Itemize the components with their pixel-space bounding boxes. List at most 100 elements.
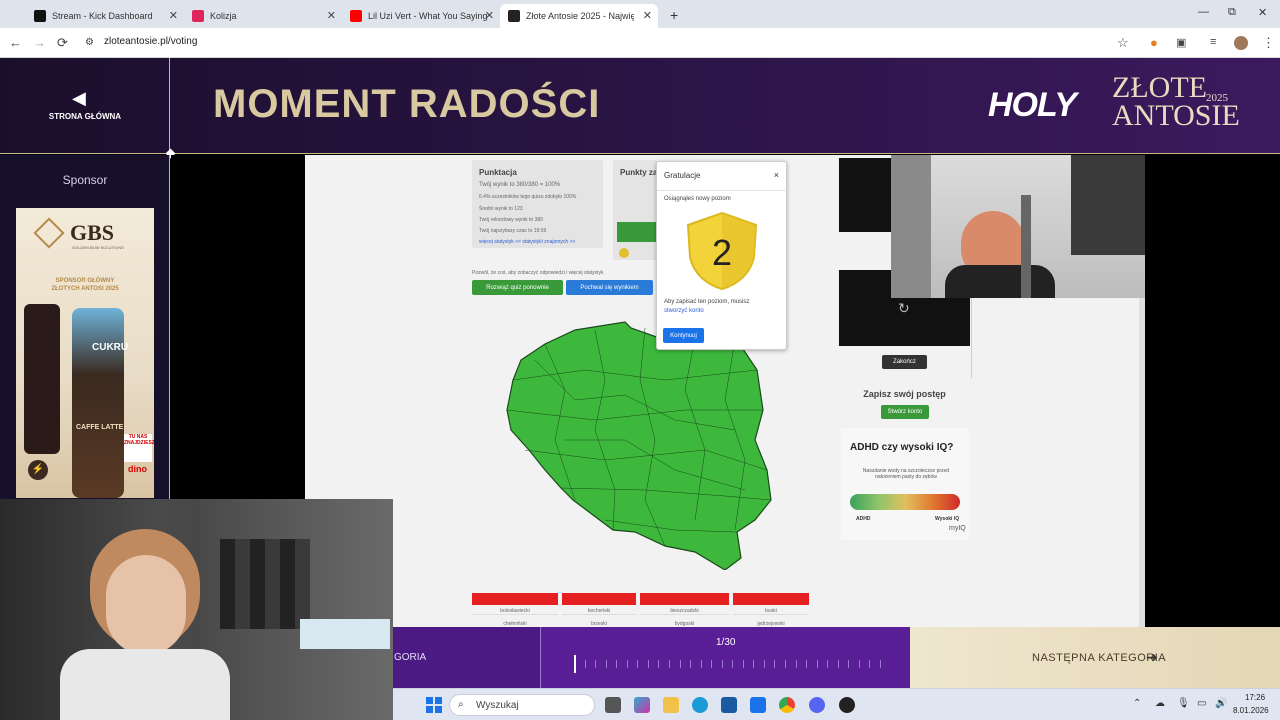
progress-tick: [848, 660, 850, 668]
ad-store: dino: [128, 464, 147, 474]
profile-avatar[interactable]: [1234, 36, 1248, 50]
reload-icon[interactable]: ⟳: [57, 35, 68, 51]
taskbar-search[interactable]: ⌕ Wyszukaj: [449, 694, 595, 716]
progress-current-marker[interactable]: [574, 655, 576, 673]
next-category-button[interactable]: NASTĘPNA KATEGORIA ➜: [910, 627, 1280, 688]
stats-links[interactable]: więcej statystyk >> statystyki znajomych…: [479, 239, 575, 245]
search-placeholder: Wyszukaj: [476, 700, 519, 711]
retry-quiz-button[interactable]: Rozwiąż quiz ponownie: [472, 280, 563, 295]
ad-brand: GBS: [70, 220, 115, 245]
obs-icon[interactable]: [839, 697, 855, 713]
progress-tick: [880, 660, 881, 668]
ad-tagline-2: ZŁOTYCH ANTOSI 2025: [51, 286, 119, 292]
iq-ad-text: Naszdanie wody na szczoteczce przed nało…: [862, 468, 950, 480]
home-link[interactable]: ◀ STRONA GŁÓWNA: [0, 58, 170, 154]
progress-tick: [858, 660, 860, 668]
media-control-icon[interactable]: ≡: [1210, 36, 1216, 48]
progress-tick: [584, 660, 586, 668]
iq-ad-right: Wysoki IQ: [935, 516, 960, 522]
progress-tick: [605, 660, 607, 668]
tab-kolizja[interactable]: Kolizja ✕: [184, 4, 342, 28]
microphone-icon[interactable]: 🎙: [1177, 698, 1190, 709]
back-icon[interactable]: ←: [9, 35, 22, 50]
close-ad-button[interactable]: Zakończ: [882, 355, 927, 369]
cam-wall: [891, 155, 931, 298]
poland-map[interactable]: [505, 320, 775, 570]
discord-icon[interactable]: [809, 697, 825, 713]
progress-tick: [711, 660, 713, 668]
score-panel-title: Punktacja: [479, 168, 517, 177]
tab-kick-dashboard[interactable]: Stream - Kick Dashboard ✕: [26, 4, 184, 28]
progress-tick: [595, 660, 597, 668]
progress-tick: [806, 660, 808, 668]
arrow-right-icon: ➜: [1146, 649, 1158, 665]
points-panel: Punkty za: [613, 160, 657, 260]
ad-store-text: TU NAS ZNAJDZIESZ: [124, 434, 154, 462]
share-result-button[interactable]: Pochwal się wynikiem: [566, 280, 653, 295]
home-label: STRONA GŁÓWNA: [48, 112, 122, 121]
new-tab-button[interactable]: +: [662, 3, 682, 27]
progress-slider[interactable]: [574, 655, 881, 673]
level-number: 2: [712, 232, 732, 273]
menu-icon[interactable]: ⋮: [1262, 35, 1275, 51]
share-hint: Pozwól, że coś, aby zobaczyć odpowiedzi …: [472, 270, 604, 276]
create-account-link[interactable]: stworzyć konto: [664, 308, 704, 314]
continue-button[interactable]: Kontynuuj: [663, 328, 704, 343]
table-cell: bolesławiecki: [472, 608, 558, 615]
create-account-button[interactable]: Stwórz konto: [881, 405, 929, 419]
replay-icon[interactable]: ↻: [898, 300, 910, 317]
task-view-icon[interactable]: [605, 697, 621, 713]
progress-tick: [721, 660, 723, 668]
chrome-icon[interactable]: [779, 697, 795, 713]
volume-icon[interactable]: 🔊: [1215, 698, 1227, 709]
onedrive-icon[interactable]: ☁: [1155, 698, 1165, 709]
site-info-icon[interactable]: ⚙: [85, 37, 94, 48]
close-tab-icon[interactable]: ✕: [485, 9, 494, 22]
progress-tick: [690, 660, 692, 668]
ad-can-main: [72, 308, 124, 498]
window-close-icon[interactable]: ✕: [1258, 6, 1267, 19]
sponsor-ad[interactable]: GBS GOLDEN BOW SOLUTIONS SPONSOR GŁÓWNY …: [16, 208, 154, 498]
modal-close-icon[interactable]: ×: [774, 170, 779, 180]
previous-category-button[interactable]: GORIA: [393, 627, 540, 688]
page-title: MOMENT RADOŚCI: [213, 82, 601, 126]
tab-youtube[interactable]: Lil Uzi Vert - What You Saying ✕: [342, 4, 500, 28]
close-tab-icon[interactable]: ✕: [327, 9, 336, 22]
outlook-icon[interactable]: [750, 697, 766, 713]
points-badge: [617, 222, 657, 242]
forward-icon[interactable]: →: [33, 35, 46, 50]
extension-icon[interactable]: ●: [1150, 35, 1158, 50]
progress-tick: [616, 660, 618, 668]
tray-chevron-icon[interactable]: ⌃: [1133, 698, 1141, 709]
progress-tick: [742, 660, 744, 668]
file-explorer-icon[interactable]: [663, 697, 679, 713]
minimize-icon[interactable]: —: [1198, 6, 1209, 18]
progress-tick: [795, 660, 797, 668]
restore-icon[interactable]: ⧉: [1228, 6, 1236, 19]
progress-tick: [658, 660, 660, 668]
gbs-logo-icon: [33, 217, 65, 249]
url-field[interactable]: zloteantosie.pl/voting: [104, 36, 197, 47]
close-tab-icon[interactable]: ✕: [169, 9, 178, 22]
tab-zlote-antosie[interactable]: Złote Antosie 2025 - Najwię ✕: [500, 4, 658, 28]
extensions-puzzle-icon[interactable]: ▣: [1176, 36, 1186, 49]
iq-ad[interactable]: ADHD czy wysoki IQ? Naszdanie wody na sz…: [841, 428, 969, 540]
progress-tick: [837, 660, 839, 668]
congratulations-modal: Gratulacje × Osiągnąłeś nowy poziom 2 Ab…: [656, 161, 787, 350]
bookmark-star-icon[interactable]: ☆: [1117, 35, 1129, 51]
score-line: Średni wynik to 123: [479, 206, 523, 212]
tab-label: Kolizja: [210, 11, 237, 21]
display-icon[interactable]: ▭: [1197, 698, 1206, 709]
modal-title: Gratulacje: [664, 171, 701, 180]
modal-save-text: Aby zapisać ten poziom, musisz stworzyć …: [664, 298, 782, 316]
copilot-icon[interactable]: [634, 697, 650, 713]
cam-person-body: [945, 265, 1055, 298]
windows-start-icon[interactable]: [426, 697, 442, 713]
cam-person-shirt: [60, 649, 230, 720]
progress-tick: [816, 660, 818, 668]
close-tab-icon[interactable]: ✕: [643, 9, 652, 22]
store-icon[interactable]: [721, 697, 737, 713]
table-cell: bieszczadzki: [640, 608, 729, 615]
progress-tick: [668, 660, 670, 668]
edge-icon[interactable]: [692, 697, 708, 713]
